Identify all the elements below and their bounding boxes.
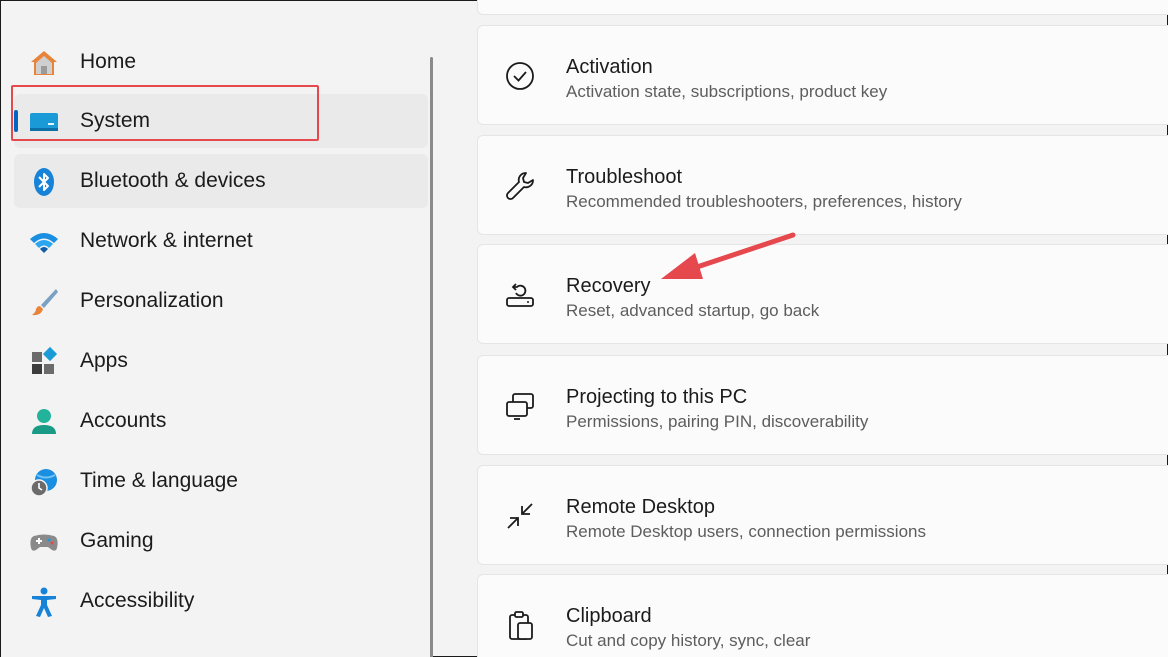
sidebar-item-label: Gaming: [80, 529, 154, 552]
sidebar-item-system[interactable]: System: [14, 94, 428, 148]
content-area: Activation Activation state, subscriptio…: [459, 0, 1168, 657]
card-title: Remote Desktop: [566, 496, 715, 518]
annotation-arrow: [661, 232, 796, 279]
sidebar-item-network[interactable]: Network & internet: [14, 214, 428, 268]
bluetooth-icon: [28, 166, 60, 198]
card-subtitle: Recommended troubleshooters, preferences…: [566, 192, 962, 211]
card-subtitle: Reset, advanced startup, go back: [566, 301, 820, 320]
settings-card-clipboard[interactable]: Clipboard Cut and copy history, sync, cl…: [477, 574, 1168, 657]
settings-card-troubleshoot[interactable]: Troubleshoot Recommended troubleshooters…: [477, 135, 1168, 235]
settings-card-activation[interactable]: Activation Activation state, subscriptio…: [477, 25, 1168, 125]
card-title: Activation: [566, 56, 653, 78]
monitor-icon: [28, 106, 60, 138]
apps-icon: [28, 346, 60, 378]
brush-icon: [28, 286, 60, 318]
sidebar-item-label: Apps: [80, 349, 128, 372]
sidebar-item-label: Personalization: [80, 289, 224, 312]
card-subtitle: Permissions, pairing PIN, discoverabilit…: [566, 412, 869, 431]
sidebar: Home System Bluetooth & devices Network …: [1, 1, 433, 657]
sidebar-item-label: Accounts: [80, 409, 167, 432]
settings-card-partial[interactable]: [477, 0, 1168, 15]
wifi-icon: [28, 226, 60, 258]
card-subtitle: Remote Desktop users, connection permiss…: [566, 522, 926, 541]
sidebar-item-personalization[interactable]: Personalization: [14, 274, 428, 328]
accessibility-icon: [28, 586, 60, 618]
settings-card-recovery[interactable]: Recovery Reset, advanced startup, go bac…: [477, 244, 1168, 344]
projecting-icon: [502, 388, 538, 424]
clipboard-icon: [502, 607, 538, 643]
sidebar-scrollbar[interactable]: [430, 57, 433, 657]
sidebar-item-label: Accessibility: [80, 589, 195, 612]
wrench-icon: [502, 168, 538, 204]
settings-card-remote-desktop[interactable]: Remote Desktop Remote Desktop users, con…: [477, 465, 1168, 565]
gamepad-icon: [28, 526, 60, 558]
home-icon: [28, 47, 60, 79]
card-title: Projecting to this PC: [566, 386, 748, 408]
sidebar-item-gaming[interactable]: Gaming: [14, 514, 428, 568]
sidebar-item-label: Bluetooth & devices: [80, 169, 266, 192]
card-title: Recovery: [566, 275, 651, 297]
settings-card-projecting[interactable]: Projecting to this PC Permissions, pairi…: [477, 355, 1168, 455]
card-title: Clipboard: [566, 605, 652, 627]
sidebar-item-time-language[interactable]: Time & language: [14, 454, 428, 508]
sidebar-item-label: Network & internet: [80, 229, 253, 252]
card-title: Troubleshoot: [566, 166, 682, 188]
sidebar-item-bluetooth[interactable]: Bluetooth & devices: [14, 154, 428, 208]
check-circle-icon: [502, 58, 538, 94]
card-subtitle: Activation state, subscriptions, product…: [566, 82, 888, 101]
sidebar-item-accounts[interactable]: Accounts: [14, 394, 428, 448]
sidebar-item-home[interactable]: Home: [14, 35, 428, 89]
remote-desktop-icon: [502, 498, 538, 534]
globe-clock-icon: [28, 466, 60, 498]
person-icon: [28, 406, 60, 438]
recovery-icon: [502, 277, 538, 313]
sidebar-item-apps[interactable]: Apps: [14, 334, 428, 388]
card-subtitle: Cut and copy history, sync, clear: [566, 631, 811, 650]
sidebar-item-label: Time & language: [80, 469, 238, 492]
sidebar-item-label: Home: [80, 50, 137, 73]
sidebar-item-label: System: [80, 109, 151, 132]
selection-indicator: [14, 110, 18, 132]
sidebar-item-accessibility[interactable]: Accessibility: [14, 574, 428, 628]
